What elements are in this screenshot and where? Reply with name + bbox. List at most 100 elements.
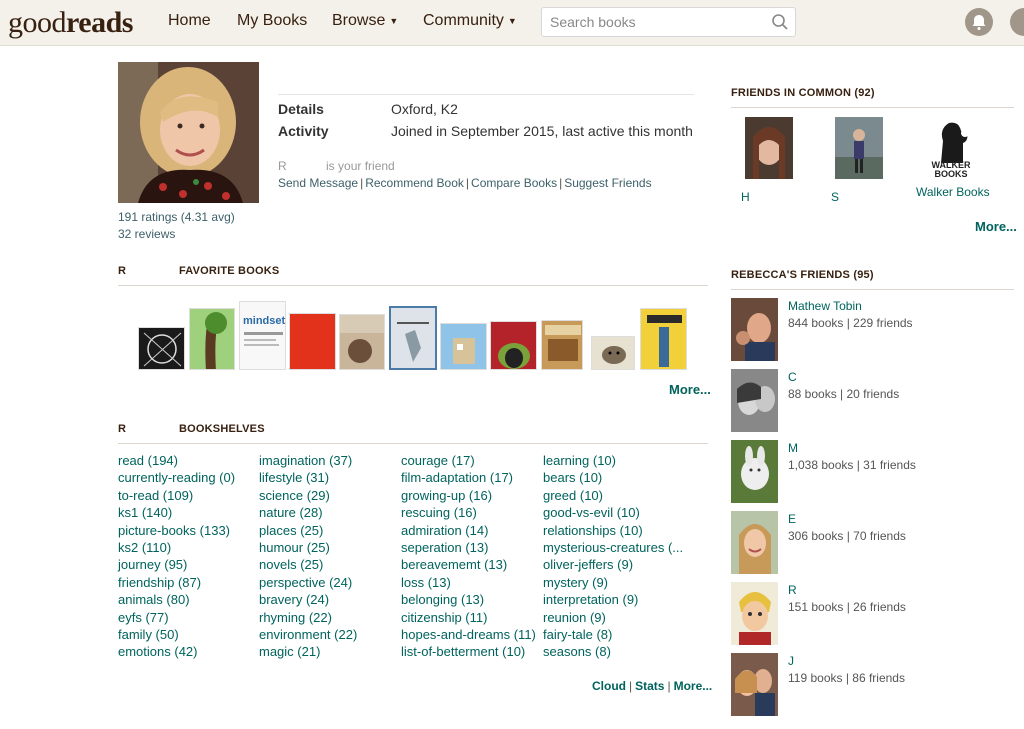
shelf-link[interactable]: family (50) (118, 626, 235, 643)
reviews-link[interactable]: 32 reviews (118, 226, 235, 243)
shelf-link[interactable]: bravery (24) (259, 591, 357, 608)
shelf-link[interactable]: lifestyle (31) (259, 469, 357, 486)
favorites-more-link[interactable]: More... (669, 382, 711, 397)
shelf-link[interactable]: seperation (13) (401, 539, 536, 556)
shelf-link[interactable]: bears (10) (543, 469, 683, 486)
shelf-link[interactable]: emotions (42) (118, 643, 235, 660)
bookshelves-heading[interactable]: BOOKSHELVES (179, 423, 265, 435)
recommend-book-link[interactable]: Recommend Book (365, 176, 464, 190)
shelf-link[interactable]: read (194) (118, 452, 235, 469)
friend-name[interactable]: Mathew Tobin (788, 299, 862, 313)
friend-row[interactable]: Mathew Tobin 844 books | 229 friends (731, 298, 1021, 362)
shelf-link[interactable]: ks2 (110) (118, 539, 235, 556)
friend-name[interactable]: E (788, 512, 796, 526)
shelf-link[interactable]: environment (22) (259, 626, 357, 643)
shelf-link[interactable]: currently-reading (0) (118, 469, 235, 486)
shelf-link[interactable]: seasons (8) (543, 643, 683, 660)
friend-row[interactable]: C 88 books | 20 friends (731, 369, 1021, 433)
common-friend[interactable]: WALKER BOOKS Walker Books (916, 117, 990, 199)
shelf-link[interactable]: relationships (10) (543, 522, 683, 539)
shelf-link[interactable]: perspective (24) (259, 574, 357, 591)
profile-photo[interactable] (118, 62, 259, 203)
compare-books-link[interactable]: Compare Books (471, 176, 557, 190)
shelf-link[interactable]: rhyming (22) (259, 609, 357, 626)
shelf-link[interactable]: animals (80) (118, 591, 235, 608)
book-cover[interactable] (289, 313, 336, 370)
shelf-link[interactable]: nature (28) (259, 504, 357, 521)
nav-browse[interactable]: Browse ▼ (332, 12, 398, 30)
common-friend-name[interactable]: H (739, 190, 799, 204)
shelf-link[interactable]: belonging (13) (401, 591, 536, 608)
messages-icon[interactable] (1010, 8, 1024, 36)
nav-community[interactable]: Community ▼ (423, 12, 517, 30)
book-cover[interactable] (440, 323, 487, 370)
friend-row[interactable]: R 151 books | 26 friends (731, 582, 1021, 646)
book-cover[interactable] (138, 327, 185, 370)
shelf-link[interactable]: list-of-betterment (10) (401, 643, 536, 660)
friend-name[interactable]: C (788, 370, 797, 384)
shelf-link[interactable]: fairy-tale (8) (543, 626, 683, 643)
shelf-link[interactable]: learning (10) (543, 452, 683, 469)
friends-in-common-heading[interactable]: FRIENDS IN COMMON (92) (731, 87, 875, 99)
friend-name[interactable]: R (788, 583, 797, 597)
shelf-link[interactable]: rescuing (16) (401, 504, 536, 521)
shelf-link[interactable]: good-vs-evil (10) (543, 504, 683, 521)
stats-link[interactable]: Stats (635, 679, 664, 693)
book-cover[interactable] (541, 320, 583, 370)
shelf-link[interactable]: science (29) (259, 487, 357, 504)
shelf-link[interactable]: magic (21) (259, 643, 357, 660)
friend-name[interactable]: M (788, 441, 798, 455)
shelf-link[interactable]: novels (25) (259, 556, 357, 573)
ratings-link[interactable]: 191 ratings (4.31 avg) (118, 209, 235, 226)
shelf-link[interactable]: imagination (37) (259, 452, 357, 469)
friend-row[interactable]: E 306 books | 70 friends (731, 511, 1021, 575)
shelf-link[interactable]: reunion (9) (543, 609, 683, 626)
friend-row[interactable]: J 119 books | 86 friends (731, 653, 1021, 717)
shelf-link[interactable]: journey (95) (118, 556, 235, 573)
shelf-link[interactable]: hopes-and-dreams (11) (401, 626, 536, 643)
shelf-link[interactable]: admiration (14) (401, 522, 536, 539)
shelf-link[interactable]: oliver-jeffers (9) (543, 556, 683, 573)
goodreads-logo[interactable]: goodreads (8, 6, 133, 40)
shelf-link[interactable]: film-adaptation (17) (401, 469, 536, 486)
send-message-link[interactable]: Send Message (278, 176, 358, 190)
shelves-more-link[interactable]: More... (674, 679, 713, 693)
book-cover[interactable] (339, 314, 385, 370)
nav-my-books[interactable]: My Books (237, 12, 307, 30)
shelf-link[interactable]: friendship (87) (118, 574, 235, 591)
shelf-link[interactable]: growing-up (16) (401, 487, 536, 504)
shelf-link[interactable]: mystery (9) (543, 574, 683, 591)
shelf-link[interactable]: eyfs (77) (118, 609, 235, 626)
book-cover[interactable] (640, 308, 687, 370)
shelf-link[interactable]: ks1 (140) (118, 504, 235, 521)
search-input[interactable] (542, 8, 762, 36)
shelf-link[interactable]: greed (10) (543, 487, 683, 504)
common-friend-name[interactable]: S (829, 190, 889, 204)
book-cover[interactable] (389, 306, 437, 370)
shelf-link[interactable]: places (25) (259, 522, 357, 539)
book-cover[interactable]: mindset (239, 301, 286, 370)
book-cover[interactable] (490, 321, 537, 370)
book-cover[interactable] (591, 336, 635, 370)
friends-heading[interactable]: REBECCA'S FRIENDS (95) (731, 269, 874, 281)
shelf-link[interactable]: courage (17) (401, 452, 536, 469)
shelf-link[interactable]: bereavememt (13) (401, 556, 536, 573)
search-icon[interactable] (771, 13, 789, 31)
friend-row[interactable]: M 1,038 books | 31 friends (731, 440, 1021, 504)
common-friend[interactable]: S (829, 117, 889, 204)
friends-in-common-more-link[interactable]: More... (975, 219, 1017, 234)
favorite-books-heading[interactable]: FAVORITE BOOKS (179, 265, 279, 277)
shelf-link[interactable]: loss (13) (401, 574, 536, 591)
friend-name[interactable]: J (788, 654, 794, 668)
common-friend-name[interactable]: Walker Books (916, 185, 990, 199)
nav-home[interactable]: Home (168, 12, 211, 30)
book-cover[interactable] (189, 308, 235, 370)
shelf-link[interactable]: mysterious-creatures (... (543, 539, 683, 556)
shelf-link[interactable]: to-read (109) (118, 487, 235, 504)
shelf-link[interactable]: citizenship (11) (401, 609, 536, 626)
suggest-friends-link[interactable]: Suggest Friends (564, 176, 651, 190)
shelf-link[interactable]: picture-books (133) (118, 522, 235, 539)
common-friend[interactable]: H (739, 117, 799, 204)
notifications-bell-icon[interactable] (965, 8, 993, 36)
cloud-link[interactable]: Cloud (592, 679, 626, 693)
